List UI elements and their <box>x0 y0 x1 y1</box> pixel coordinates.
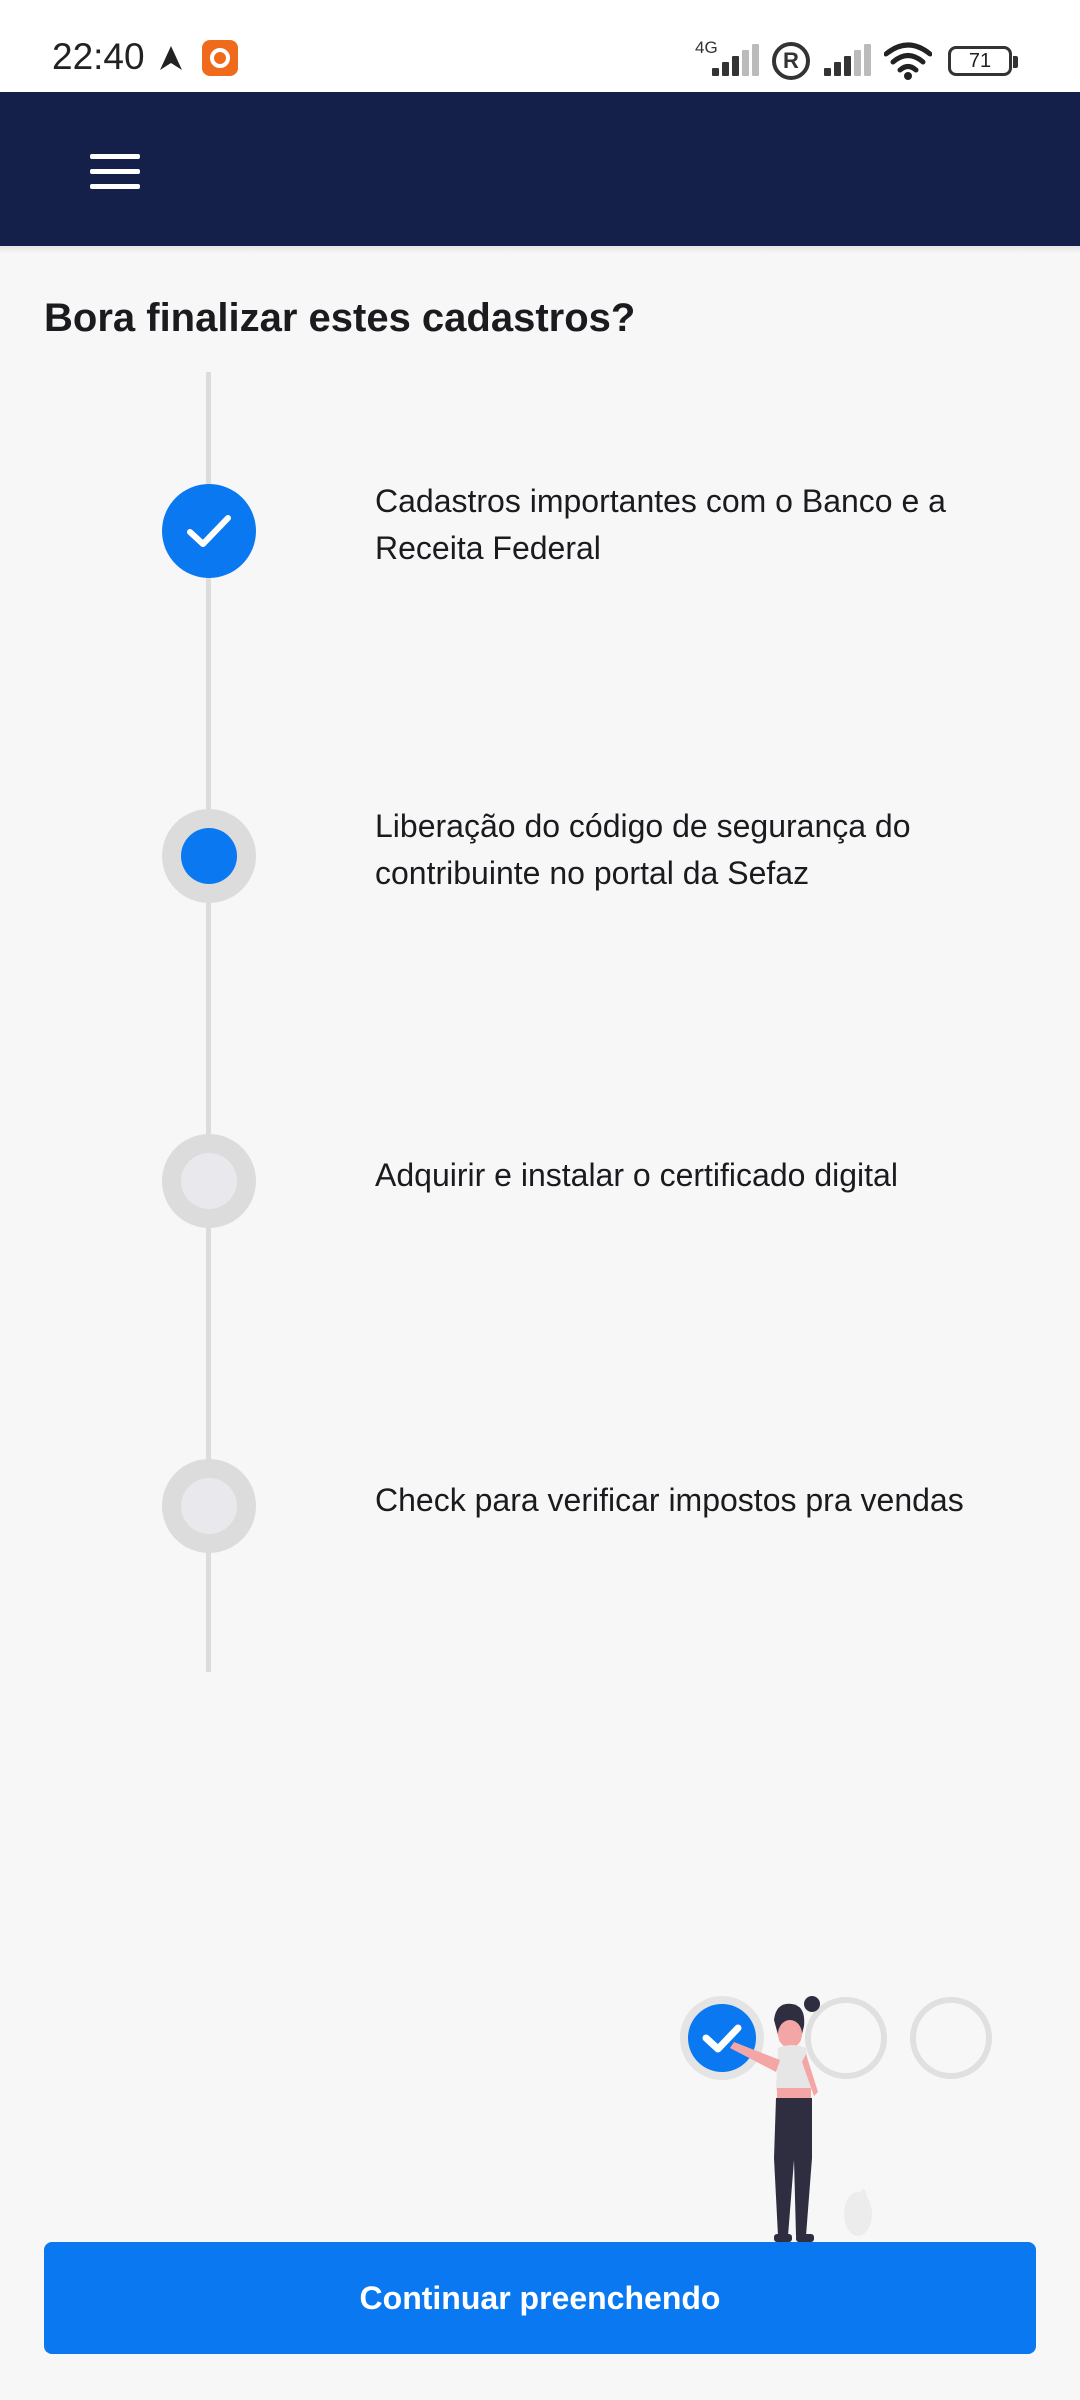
continue-button[interactable]: Continuar preenchendo <box>44 2242 1036 2354</box>
app-header <box>0 92 1080 246</box>
page-title: Bora finalizar estes cadastros? <box>44 296 636 340</box>
step-item: Cadastros importantes com o Banco e a Re… <box>0 460 1080 660</box>
registered-icon: R <box>772 42 810 80</box>
step-pending-icon <box>162 1134 256 1228</box>
status-bar: 22:40 4G R 71 <box>0 0 1080 92</box>
step-check-icon <box>162 484 256 578</box>
step-item: Liberação do código de segurança do cont… <box>0 785 1080 985</box>
signal-icon <box>712 44 762 76</box>
step-pending-icon <box>162 1459 256 1553</box>
wifi-icon <box>884 42 932 80</box>
navigation-arrow-icon <box>160 46 182 70</box>
step-current-icon <box>162 809 256 903</box>
signal-icon <box>824 44 874 76</box>
step-item: Check para verificar impostos pra vendas <box>0 1435 1080 1635</box>
step-label: Check para verificar impostos pra vendas <box>375 1482 964 1518</box>
hamburger-menu-icon[interactable] <box>70 132 158 212</box>
battery-icon: 71 <box>948 46 1018 76</box>
woman-checklist-illustration <box>680 1996 992 2242</box>
header-shadow <box>0 246 1080 254</box>
step-item: Adquirir e instalar o certificado digita… <box>0 1110 1080 1310</box>
screen-recorder-icon <box>202 40 238 76</box>
status-time: 22:40 <box>52 36 145 77</box>
step-label: Cadastros importantes com o Banco e a Re… <box>375 483 946 566</box>
step-label: Liberação do código de segurança do cont… <box>375 808 911 891</box>
step-label: Adquirir e instalar o certificado digita… <box>375 1157 898 1193</box>
